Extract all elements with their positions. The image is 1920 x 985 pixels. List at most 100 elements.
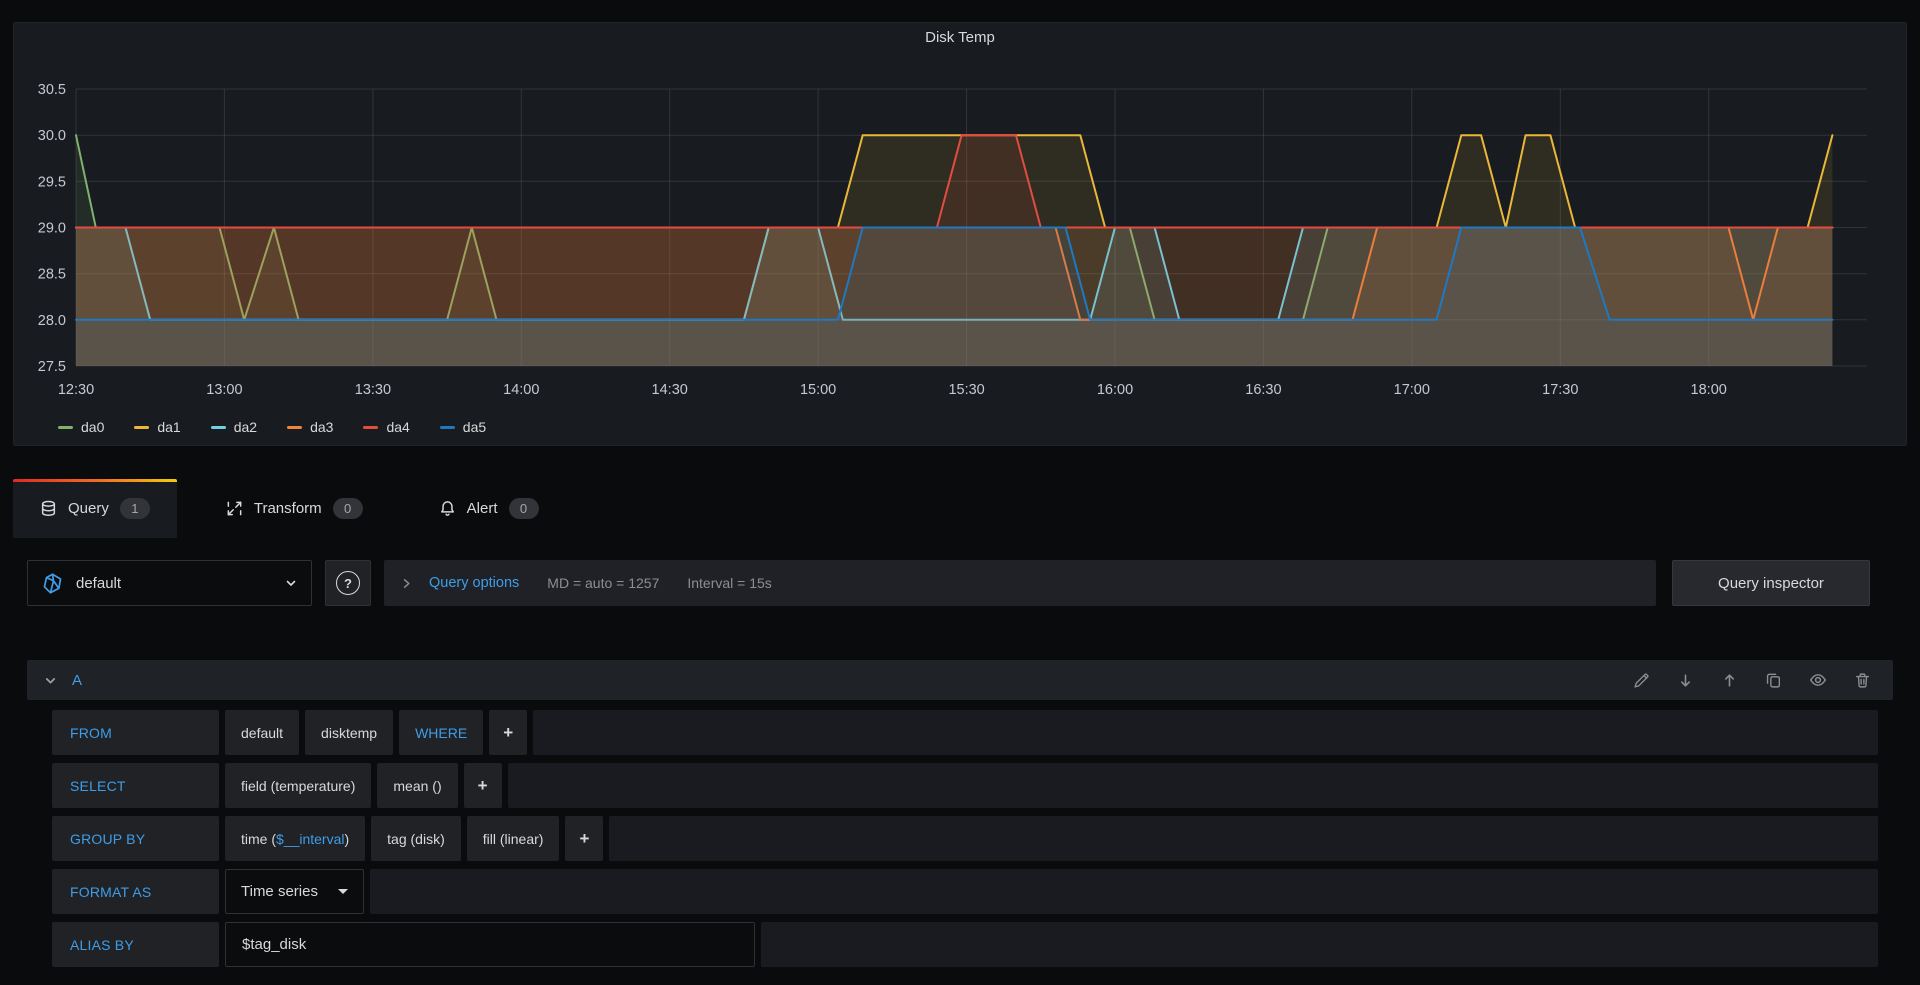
query-options-toggle[interactable]: Query options: [429, 575, 519, 591]
svg-text:15:00: 15:00: [800, 382, 836, 398]
from-measurement-segment[interactable]: disktemp: [305, 710, 393, 755]
legend-label: da2: [234, 419, 257, 435]
svg-text:28.0: 28.0: [38, 313, 66, 329]
legend-item-da1[interactable]: da1: [134, 419, 180, 435]
add-groupby-button[interactable]: +: [565, 816, 603, 861]
select-field-segment[interactable]: field (temperature): [225, 763, 371, 808]
svg-text:30.5: 30.5: [38, 82, 66, 98]
interval-variable: $__interval: [276, 831, 345, 847]
chevron-down-icon: [284, 576, 298, 590]
help-icon: ?: [336, 571, 360, 595]
svg-text:16:30: 16:30: [1245, 382, 1281, 398]
trash-icon[interactable]: [1854, 672, 1871, 689]
transform-count-badge: 0: [333, 498, 363, 519]
where-button[interactable]: WHERE: [399, 710, 483, 755]
groupby-fill-segment[interactable]: fill (linear): [467, 816, 560, 861]
chevron-right-icon: [400, 577, 413, 590]
alias-by-input[interactable]: [225, 922, 755, 967]
svg-text:17:30: 17:30: [1542, 382, 1578, 398]
svg-text:17:00: 17:00: [1394, 382, 1430, 398]
query-row-format: FORMAT AS Time series: [52, 869, 1878, 914]
select-mean-segment[interactable]: mean (): [377, 763, 457, 808]
edit-icon[interactable]: [1633, 672, 1650, 689]
format-as-label: FORMAT AS: [52, 869, 219, 914]
grafana-panel-editor: Disk Temp 12:3013:0013:3014:0014:3015:00…: [0, 0, 1920, 985]
max-data-points-value: MD = auto = 1257: [547, 575, 659, 591]
svg-text:30.0: 30.0: [38, 128, 66, 144]
alias-by-label: ALIAS BY: [52, 922, 219, 967]
legend-label: da5: [463, 419, 486, 435]
svg-text:16:00: 16:00: [1097, 382, 1133, 398]
svg-text:13:30: 13:30: [355, 382, 391, 398]
collapse-chevron-icon[interactable]: [43, 673, 58, 688]
datasource-help-button[interactable]: ?: [325, 560, 371, 606]
disk-temp-panel: Disk Temp 12:3013:0013:3014:0014:3015:00…: [13, 22, 1907, 446]
from-policy-segment[interactable]: default: [225, 710, 299, 755]
legend-label: da1: [157, 419, 180, 435]
svg-text:13:00: 13:00: [206, 382, 242, 398]
tab-transform[interactable]: Transform 0: [199, 479, 390, 538]
bell-icon: [439, 500, 456, 517]
query-ref-id: A: [72, 672, 82, 689]
legend-item-da5[interactable]: da5: [440, 419, 486, 435]
groupby-tag-segment[interactable]: tag (disk): [371, 816, 461, 861]
alert-count-badge: 0: [509, 498, 539, 519]
time-suffix: ): [345, 831, 350, 847]
svg-text:15:30: 15:30: [948, 382, 984, 398]
add-select-button[interactable]: +: [464, 763, 502, 808]
format-as-value: Time series: [241, 883, 318, 900]
tab-query-label: Query: [68, 500, 109, 517]
arrow-up-icon[interactable]: [1721, 672, 1738, 689]
timeseries-chart[interactable]: 12:3013:0013:3014:0014:3015:0015:3016:00…: [14, 23, 1906, 413]
arrow-down-icon[interactable]: [1677, 672, 1694, 689]
query-count-badge: 1: [120, 498, 150, 519]
transform-icon: [226, 500, 243, 517]
legend-swatch: [440, 426, 455, 429]
groupby-label: GROUP BY: [52, 816, 219, 861]
query-row-groupby: GROUP BY time ($__interval) tag (disk) f…: [52, 816, 1878, 861]
interval-value: Interval = 15s: [687, 575, 771, 591]
editor-tabs: Query 1 Transform 0 Alert 0: [13, 479, 566, 538]
svg-text:18:00: 18:00: [1691, 382, 1727, 398]
time-prefix: time (: [241, 831, 276, 847]
svg-text:14:00: 14:00: [503, 382, 539, 398]
tab-transform-label: Transform: [254, 500, 322, 517]
legend-item-da3[interactable]: da3: [287, 419, 333, 435]
datasource-picker[interactable]: default: [27, 560, 312, 606]
legend-swatch: [58, 426, 73, 429]
from-label: FROM: [52, 710, 219, 755]
row-filler: [370, 869, 1878, 914]
legend-item-da2[interactable]: da2: [211, 419, 257, 435]
eye-icon[interactable]: [1809, 671, 1827, 689]
datasource-name: default: [76, 575, 121, 592]
row-filler: [609, 816, 1878, 861]
add-where-button[interactable]: +: [489, 710, 527, 755]
legend-item-da4[interactable]: da4: [363, 419, 409, 435]
svg-text:28.5: 28.5: [38, 267, 66, 283]
select-label: SELECT: [52, 763, 219, 808]
query-row-from: FROM default disktemp WHERE +: [52, 710, 1878, 755]
tab-query[interactable]: Query 1: [13, 479, 177, 538]
svg-text:14:30: 14:30: [652, 382, 688, 398]
row-filler: [761, 922, 1878, 967]
row-filler: [533, 710, 1878, 755]
format-as-dropdown[interactable]: Time series: [225, 869, 364, 914]
svg-text:29.0: 29.0: [38, 221, 66, 237]
svg-text:27.5: 27.5: [38, 359, 66, 375]
tab-alert[interactable]: Alert 0: [412, 479, 566, 538]
row-filler: [508, 763, 1878, 808]
database-icon: [40, 500, 57, 517]
query-actions: [1633, 671, 1877, 689]
chart-legend: da0 da1 da2 da3 da4 da5: [58, 415, 486, 439]
influxdb-logo-icon: [41, 572, 64, 595]
query-inspector-button[interactable]: Query inspector: [1672, 560, 1870, 606]
copy-icon[interactable]: [1765, 672, 1782, 689]
query-options-bar: Query options MD = auto = 1257 Interval …: [384, 560, 1656, 606]
groupby-time-segment[interactable]: time ($__interval): [225, 816, 365, 861]
chevron-down-icon: [338, 889, 348, 894]
legend-item-da0[interactable]: da0: [58, 419, 104, 435]
query-row-header[interactable]: A: [27, 660, 1893, 700]
legend-swatch: [363, 426, 378, 429]
tab-alert-label: Alert: [467, 500, 498, 517]
legend-label: da4: [386, 419, 409, 435]
